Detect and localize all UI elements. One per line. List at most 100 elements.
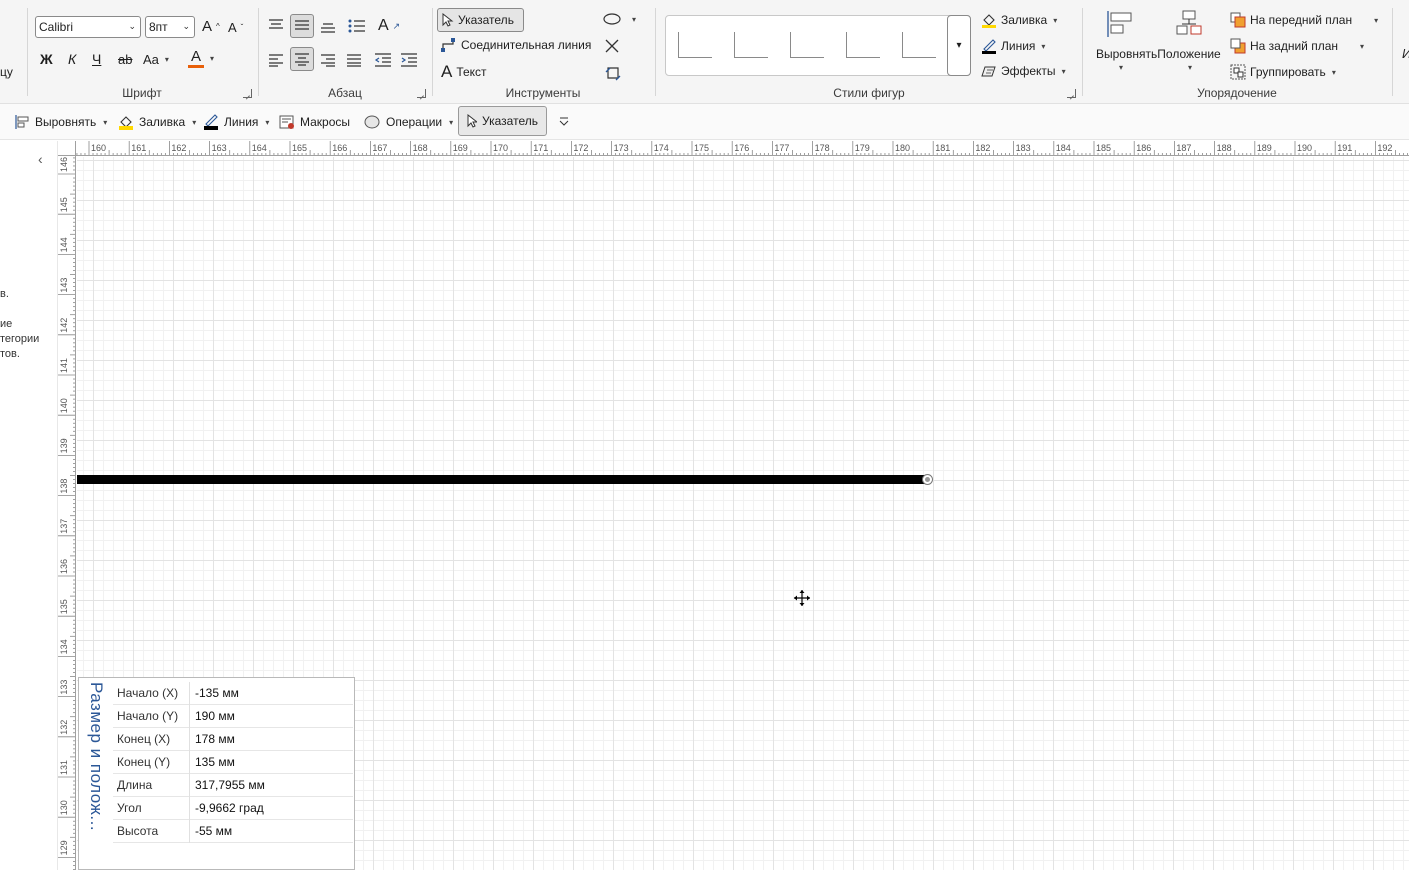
connector-tool-button[interactable]: Соединительная линия bbox=[441, 38, 591, 52]
size-position-title[interactable]: Размер и полож... bbox=[82, 682, 106, 867]
ruler-label: 165 bbox=[292, 143, 307, 153]
chevron-down-icon: ⌄ bbox=[128, 21, 136, 31]
pointer-tool-label: Указатель bbox=[458, 13, 514, 27]
vertical-ruler[interactable]: 146 145 144 143 142 141 140 139 138 137 136 135 134 1… bbox=[58, 156, 76, 870]
align-right-icon[interactable] bbox=[320, 53, 336, 67]
qat-pointer-label: Указатель bbox=[482, 114, 538, 128]
bring-to-front-label: На передний план bbox=[1250, 13, 1353, 27]
group-separator bbox=[655, 8, 656, 96]
ellipse-tool-button[interactable]: ▾ bbox=[602, 12, 636, 26]
ruler-label: 164 bbox=[252, 143, 267, 153]
begin-y-value[interactable]: 190 мм bbox=[190, 709, 235, 723]
align-middle-button[interactable] bbox=[290, 14, 314, 38]
align-top-icon[interactable] bbox=[268, 18, 284, 32]
grow-font-button[interactable]: A ^ bbox=[202, 18, 220, 35]
ruler-label: 134 bbox=[59, 639, 69, 654]
bullets-icon[interactable] bbox=[348, 18, 366, 34]
qat-customize-button[interactable] bbox=[554, 110, 574, 134]
bring-to-front-button[interactable]: На передний план ▾ bbox=[1230, 12, 1378, 28]
arrange-group: Выровнять ▾ Положение ▾ На передний план… bbox=[1084, 0, 1390, 104]
size-position-row: Высота -55 мм bbox=[113, 819, 353, 843]
ellipse-icon bbox=[603, 13, 621, 25]
chevron-down-icon: ▾ bbox=[1360, 41, 1365, 51]
ruler-label: 144 bbox=[59, 237, 69, 252]
collapse-panel-icon[interactable]: ‹ bbox=[38, 151, 43, 167]
ruler-label: 179 bbox=[855, 143, 870, 153]
qat-align-button[interactable]: Выровнять ▾ bbox=[10, 110, 111, 134]
group-separator bbox=[1392, 8, 1393, 96]
decrease-indent-icon[interactable] bbox=[374, 52, 392, 68]
font-color-button[interactable]: A ▾ bbox=[188, 49, 214, 68]
close-shape-icon[interactable] bbox=[604, 38, 620, 54]
font-group: Calibri ⌄ 8пт ⌄ A ^ Aˇ Ж К Ч ab Aa ▾ A ▾ Ш… bbox=[28, 0, 256, 104]
angle-value[interactable]: -9,9662 град bbox=[190, 801, 264, 815]
height-value[interactable]: -55 мм bbox=[190, 824, 232, 838]
text-direction-icon[interactable]: A ↗ bbox=[378, 17, 400, 35]
font-size-combo[interactable]: 8пт ⌄ bbox=[145, 16, 195, 38]
text-tool-label: Текст bbox=[456, 65, 487, 79]
vertical-ruler-ticks: 146 145 144 143 142 141 140 139 138 137 136 135 134 1… bbox=[58, 157, 75, 870]
clipped-left-label: цу bbox=[0, 65, 13, 79]
ruler-label: 163 bbox=[212, 143, 227, 153]
italic-button[interactable]: К bbox=[68, 51, 76, 67]
begin-x-value[interactable]: -135 мм bbox=[190, 686, 239, 700]
chevron-down-icon: ▾ bbox=[210, 54, 215, 63]
ruler-label: 167 bbox=[372, 143, 387, 153]
justify-icon[interactable] bbox=[346, 53, 362, 67]
qat-fill-button[interactable]: Заливка ▾ bbox=[114, 110, 200, 134]
chevron-down-icon: ⌄ bbox=[182, 21, 190, 31]
qat-macros-button[interactable]: Макросы bbox=[275, 110, 354, 134]
chevron-down-icon: ▾ bbox=[192, 117, 197, 127]
font-name-combo[interactable]: Calibri ⌄ bbox=[35, 16, 141, 38]
operations-icon bbox=[364, 115, 380, 129]
ruler-label: 192 bbox=[1377, 143, 1392, 153]
fill-bucket-icon bbox=[119, 116, 133, 130]
ruler-label: 174 bbox=[654, 143, 669, 153]
length-value[interactable]: 317,7955 мм bbox=[190, 778, 265, 792]
size-position-row: Конец (Y) 135 мм bbox=[113, 750, 353, 774]
underline-button[interactable]: Ч bbox=[92, 51, 101, 67]
bold-button[interactable]: Ж bbox=[40, 51, 53, 67]
font-name-value: Calibri bbox=[39, 20, 74, 34]
ruler-label: 131 bbox=[59, 760, 69, 775]
align-bottom-icon[interactable] bbox=[320, 20, 336, 34]
text-tool-button[interactable]: A Текст bbox=[441, 63, 487, 81]
shrink-font-button[interactable]: Aˇ bbox=[228, 20, 243, 35]
shape-styles-group: Стили фигур bbox=[658, 0, 1080, 104]
qat-line-button[interactable]: Линия ▾ bbox=[199, 110, 273, 134]
group-button[interactable]: Группировать ▾ bbox=[1230, 64, 1336, 80]
ruler-label: 136 bbox=[59, 559, 69, 574]
connector-line-shape[interactable] bbox=[77, 475, 927, 484]
size-position-panel: Размер и полож... Начало (X) -135 мм Нач… bbox=[78, 677, 355, 870]
align-shapes-icon bbox=[15, 115, 29, 129]
connector-end-handle[interactable] bbox=[922, 474, 933, 485]
send-to-back-button[interactable]: На задний план ▾ bbox=[1230, 38, 1364, 54]
align-center-button[interactable] bbox=[290, 47, 314, 71]
height-label: Высота bbox=[113, 819, 190, 843]
end-x-value[interactable]: 178 мм bbox=[190, 732, 235, 746]
qat-pointer-button[interactable]: Указатель bbox=[458, 106, 547, 136]
connector-tool-label: Соединительная линия bbox=[461, 38, 592, 52]
dialog-launcher-icon[interactable] bbox=[1067, 89, 1076, 98]
end-y-value[interactable]: 135 мм bbox=[190, 755, 235, 769]
paragraph-group: A ↗ Абзац bbox=[260, 0, 430, 104]
strikethrough-button[interactable]: ab bbox=[118, 52, 132, 67]
dialog-launcher-icon[interactable] bbox=[417, 89, 426, 98]
horizontal-ruler[interactable]: 160 161 162 163 164 165 166 167 168 169 170 171 172 1… bbox=[76, 141, 1409, 156]
increase-indent-icon[interactable] bbox=[400, 52, 418, 68]
length-label: Длина bbox=[113, 773, 190, 797]
connection-point-icon[interactable] bbox=[604, 64, 622, 82]
align-large-button[interactable]: Выровнять ▾ bbox=[1096, 8, 1157, 76]
text-tool-icon: A bbox=[441, 62, 453, 81]
align-center-icon bbox=[295, 53, 309, 66]
position-large-button[interactable]: Положение ▾ bbox=[1156, 8, 1222, 76]
ruler-label: 160 bbox=[91, 143, 106, 153]
dialog-launcher-icon[interactable] bbox=[243, 89, 252, 98]
ruler-label: 191 bbox=[1337, 143, 1352, 153]
pointer-tool-button[interactable]: Указатель bbox=[437, 8, 524, 32]
change-case-button[interactable]: Aa ▾ bbox=[143, 52, 169, 67]
align-left-icon[interactable] bbox=[268, 53, 284, 67]
ruler-label: 184 bbox=[1056, 143, 1071, 153]
ruler-label: 173 bbox=[614, 143, 629, 153]
qat-operations-button[interactable]: Операции ▾ bbox=[359, 110, 457, 134]
